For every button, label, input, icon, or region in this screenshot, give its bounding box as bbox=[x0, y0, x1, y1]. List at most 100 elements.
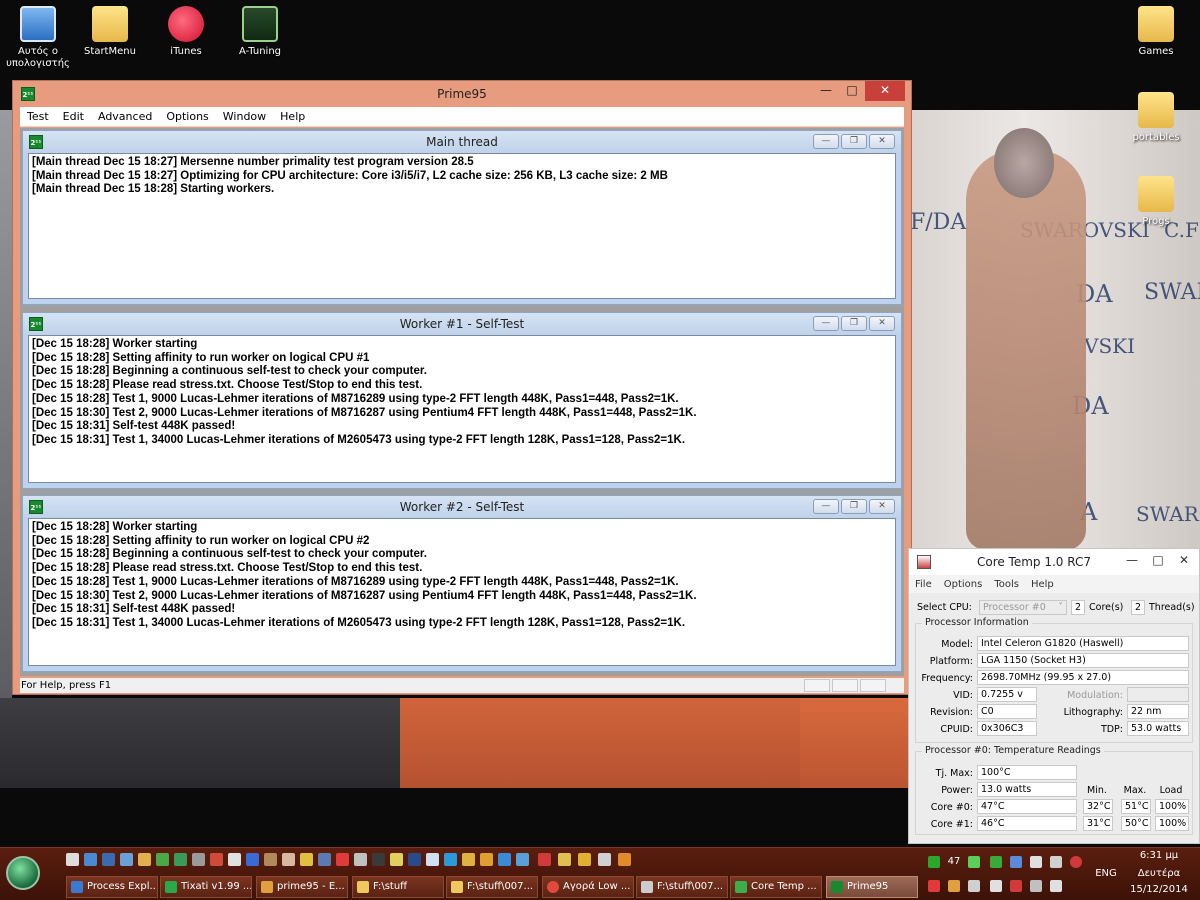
maximize-button[interactable]: □ bbox=[1145, 551, 1171, 571]
quicklaunch-icon[interactable] bbox=[120, 853, 133, 866]
maximize-button[interactable]: □ bbox=[839, 81, 865, 101]
taskbar-button[interactable]: Process Expl... bbox=[66, 876, 158, 898]
tray-icon[interactable] bbox=[968, 856, 980, 868]
clock-time[interactable]: 6:31 μμ bbox=[1124, 850, 1194, 861]
cpu-select[interactable]: Processor #0 ˅ bbox=[979, 600, 1067, 615]
minimize-button[interactable]: — bbox=[1119, 551, 1145, 571]
volume-icon[interactable] bbox=[1050, 880, 1062, 892]
quicklaunch-icon[interactable] bbox=[282, 853, 295, 866]
log-output[interactable]: [Dec 15 18:28] Worker starting [Dec 15 1… bbox=[28, 518, 896, 666]
tray-icon[interactable] bbox=[928, 880, 940, 892]
quicklaunch-icon[interactable] bbox=[138, 853, 151, 866]
quicklaunch-icon[interactable] bbox=[174, 853, 187, 866]
main-thread-window[interactable]: 2¹¹ Main thread — ❐ ✕ [Main thread Dec 1… bbox=[22, 130, 902, 305]
quicklaunch-icon[interactable] bbox=[318, 853, 331, 866]
tray-icon[interactable] bbox=[990, 856, 1002, 868]
prime95-window[interactable]: 2¹¹ Prime95 — □ ✕ Test Edit Advanced Opt… bbox=[12, 80, 912, 695]
tray-icon[interactable] bbox=[968, 880, 980, 892]
desktop-icon-atuning[interactable]: A-Tuning bbox=[222, 6, 298, 58]
quicklaunch-icon[interactable] bbox=[354, 853, 367, 866]
quicklaunch-icon[interactable] bbox=[598, 853, 611, 866]
taskbar-button[interactable]: Αγορά Low ... bbox=[542, 876, 634, 898]
desktop-icon-itunes[interactable]: iTunes bbox=[148, 6, 224, 58]
child-close-button[interactable]: ✕ bbox=[869, 134, 895, 149]
menu-options[interactable]: Options bbox=[938, 579, 989, 590]
language-indicator[interactable]: ENG bbox=[1090, 868, 1122, 879]
quicklaunch-icon[interactable] bbox=[408, 853, 421, 866]
quicklaunch-icon[interactable] bbox=[66, 853, 79, 866]
quicklaunch-icon[interactable] bbox=[372, 853, 385, 866]
quicklaunch-icon[interactable] bbox=[426, 853, 439, 866]
flag-icon[interactable] bbox=[1010, 880, 1022, 892]
tray-icon[interactable] bbox=[1010, 856, 1022, 868]
log-output[interactable]: [Main thread Dec 15 18:27] Mersenne numb… bbox=[28, 153, 896, 299]
taskbar-button[interactable]: Core Temp ... bbox=[730, 876, 822, 898]
tray-icon[interactable] bbox=[1030, 856, 1042, 868]
quicklaunch-icon[interactable] bbox=[228, 853, 241, 866]
menu-advanced[interactable]: Advanced bbox=[91, 110, 159, 123]
quicklaunch-icon[interactable] bbox=[210, 853, 223, 866]
desktop-icon-startmenu[interactable]: StartMenu bbox=[72, 6, 148, 58]
quicklaunch-icon[interactable] bbox=[390, 853, 403, 866]
child-minimize-button[interactable]: — bbox=[813, 316, 839, 331]
tray-icon[interactable] bbox=[1070, 856, 1082, 868]
child-minimize-button[interactable]: — bbox=[813, 499, 839, 514]
quicklaunch-icon[interactable] bbox=[444, 853, 457, 866]
menu-test[interactable]: Test bbox=[20, 110, 56, 123]
quicklaunch-icon[interactable] bbox=[558, 853, 571, 866]
menu-edit[interactable]: Edit bbox=[56, 110, 91, 123]
log-output[interactable]: [Dec 15 18:28] Worker starting [Dec 15 1… bbox=[28, 335, 896, 483]
coretemp-window[interactable]: Core Temp 1.0 RC7 — □ ✕ File Options Too… bbox=[908, 548, 1200, 844]
quicklaunch-icon[interactable] bbox=[102, 853, 115, 866]
start-button[interactable] bbox=[6, 856, 40, 890]
coretemp-titlebar[interactable]: Core Temp 1.0 RC7 — □ ✕ bbox=[909, 549, 1199, 575]
taskbar-button[interactable]: Tixati v1.99 ... bbox=[160, 876, 252, 898]
child-titlebar[interactable]: 2¹¹ Worker #2 - Self-Test — ❐ ✕ bbox=[23, 496, 901, 518]
quicklaunch-icon[interactable] bbox=[264, 853, 277, 866]
quicklaunch-icon[interactable] bbox=[578, 853, 591, 866]
close-button[interactable]: ✕ bbox=[865, 81, 905, 101]
quicklaunch-icon[interactable] bbox=[498, 853, 511, 866]
child-minimize-button[interactable]: — bbox=[813, 134, 839, 149]
quicklaunch-icon[interactable] bbox=[84, 853, 97, 866]
quicklaunch-icon[interactable] bbox=[538, 853, 551, 866]
taskbar-button[interactable]: F:\stuff bbox=[352, 876, 444, 898]
menu-window[interactable]: Window bbox=[216, 110, 273, 123]
tray-chart-icon[interactable] bbox=[928, 856, 940, 868]
quicklaunch-icon[interactable] bbox=[246, 853, 259, 866]
child-titlebar[interactable]: 2¹¹ Worker #1 - Self-Test — ❐ ✕ bbox=[23, 313, 901, 335]
quicklaunch-icon[interactable] bbox=[336, 853, 349, 866]
prime95-titlebar[interactable]: 2¹¹ Prime95 — □ ✕ bbox=[13, 81, 911, 107]
quicklaunch-icon[interactable] bbox=[300, 853, 313, 866]
network-icon[interactable] bbox=[1030, 880, 1042, 892]
taskbar-button-active[interactable]: Prime95 bbox=[826, 876, 918, 898]
taskbar-button[interactable]: F:\stuff\007... bbox=[636, 876, 728, 898]
child-restore-button[interactable]: ❐ bbox=[841, 499, 867, 514]
worker-1-window[interactable]: 2¹¹ Worker #1 - Self-Test — ❐ ✕ [Dec 15 … bbox=[22, 312, 902, 489]
taskbar-button[interactable]: F:\stuff\007... bbox=[446, 876, 538, 898]
desktop-icon-games[interactable]: Games bbox=[1118, 6, 1194, 58]
desktop-icon-portables[interactable]: portables bbox=[1118, 92, 1194, 144]
child-restore-button[interactable]: ❐ bbox=[841, 134, 867, 149]
child-titlebar[interactable]: 2¹¹ Main thread — ❐ ✕ bbox=[23, 131, 901, 153]
menu-file[interactable]: File bbox=[909, 579, 938, 590]
quicklaunch-icon[interactable] bbox=[618, 853, 631, 866]
menu-help[interactable]: Help bbox=[1025, 579, 1060, 590]
child-close-button[interactable]: ✕ bbox=[869, 316, 895, 331]
tray-icon[interactable] bbox=[990, 880, 1002, 892]
tray-icon[interactable] bbox=[1050, 856, 1062, 868]
child-close-button[interactable]: ✕ bbox=[869, 499, 895, 514]
quicklaunch-icon[interactable] bbox=[462, 853, 475, 866]
desktop-icon-this-pc[interactable]: Αυτός ο υπολογιστής bbox=[0, 6, 76, 70]
quicklaunch-icon[interactable] bbox=[156, 853, 169, 866]
taskbar-button[interactable]: prime95 - E... bbox=[256, 876, 348, 898]
desktop-icon-progs[interactable]: Progs bbox=[1118, 176, 1194, 228]
tray-icon[interactable] bbox=[948, 880, 960, 892]
worker-2-window[interactable]: 2¹¹ Worker #2 - Self-Test — ❐ ✕ [Dec 15 … bbox=[22, 495, 902, 672]
quicklaunch-icon[interactable] bbox=[192, 853, 205, 866]
close-button[interactable]: ✕ bbox=[1171, 551, 1197, 571]
quicklaunch-icon[interactable] bbox=[480, 853, 493, 866]
menu-options[interactable]: Options bbox=[159, 110, 215, 123]
quicklaunch-icon[interactable] bbox=[516, 853, 529, 866]
menu-help[interactable]: Help bbox=[273, 110, 312, 123]
